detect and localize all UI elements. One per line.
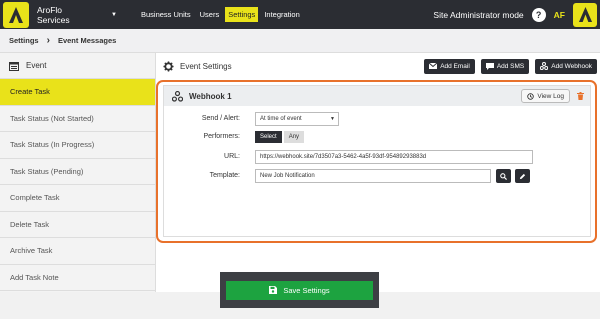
chevron-down-icon: ▼ bbox=[330, 116, 335, 122]
sidebar-item-task-status-not-started[interactable]: Task Status (Not Started) bbox=[0, 106, 155, 132]
webhook-icon bbox=[172, 90, 183, 102]
app-switcher[interactable]: AroFlo Services ▼ bbox=[37, 5, 117, 25]
envelope-icon bbox=[429, 63, 438, 69]
performers-toggle: Select Any bbox=[255, 131, 305, 143]
sidebar-title: Event bbox=[26, 61, 47, 70]
logo-a-icon bbox=[578, 7, 592, 22]
save-settings-button[interactable]: Save Settings bbox=[226, 280, 373, 300]
performers-select-option[interactable]: Select bbox=[255, 131, 282, 143]
sidebar-item-complete-task[interactable]: Complete Task bbox=[0, 185, 155, 212]
save-settings-label: Save Settings bbox=[283, 285, 330, 295]
mode-label: Site Administrator mode bbox=[433, 9, 524, 20]
add-sms-button[interactable]: Add SMS bbox=[480, 58, 530, 74]
sidebar-item-add-task-note[interactable]: Add Task Note bbox=[0, 265, 155, 291]
main-title: Event Settings bbox=[180, 61, 232, 71]
template-input[interactable]: New Job Notification bbox=[255, 169, 491, 183]
nav-settings[interactable]: Settings bbox=[225, 7, 259, 22]
sidebar-header: Event bbox=[0, 53, 155, 79]
sms-icon bbox=[485, 62, 494, 70]
template-search-button[interactable] bbox=[496, 169, 511, 183]
sidebar-item-create-task[interactable]: Create Task bbox=[0, 79, 155, 106]
template-edit-button[interactable] bbox=[515, 169, 530, 183]
performers-any-option[interactable]: Any bbox=[283, 131, 305, 143]
view-log-label: View Log bbox=[537, 92, 564, 100]
webhook-card-header: Webhook 1 View Log bbox=[164, 86, 590, 106]
chevron-right-icon: › bbox=[46, 35, 50, 46]
aroflo-logo-right[interactable] bbox=[573, 2, 597, 27]
nav-users[interactable]: Users bbox=[197, 7, 223, 22]
webhook-card: Webhook 1 View Log Send / Alert: At time… bbox=[163, 85, 591, 237]
user-initials[interactable]: AF bbox=[554, 10, 565, 20]
nav-integration[interactable]: Integration bbox=[261, 7, 302, 22]
add-sms-label: Add SMS bbox=[496, 62, 525, 70]
breadcrumb-current: Event Messages bbox=[57, 36, 117, 45]
event-settings-main: Event Settings Add Email Add SMS Add Web… bbox=[156, 53, 600, 292]
main-header: Event Settings Add Email Add SMS Add Web… bbox=[156, 53, 600, 79]
add-email-label: Add Email bbox=[440, 62, 470, 70]
aroflo-logo[interactable] bbox=[3, 1, 29, 28]
webhook-highlight: Webhook 1 View Log Send / Alert: At time… bbox=[156, 80, 597, 243]
trash-icon[interactable] bbox=[577, 92, 584, 100]
add-email-button[interactable]: Add Email bbox=[424, 58, 475, 74]
add-webhook-label: Add Webhook bbox=[551, 62, 592, 70]
url-label: URL: bbox=[224, 153, 240, 160]
app-name: AroFlo Services bbox=[37, 4, 70, 25]
breadcrumb: Settings › Event Messages bbox=[0, 29, 600, 53]
performers-label: Performers: bbox=[203, 133, 240, 140]
sidebar-item-task-status-pending[interactable]: Task Status (Pending) bbox=[0, 159, 155, 185]
event-sidebar: Event Create Task Task Status (Not Start… bbox=[0, 53, 156, 292]
send-alert-value: At time of event bbox=[260, 116, 302, 122]
nav-business-units[interactable]: Business Units bbox=[138, 7, 194, 22]
caret-down-icon: ▼ bbox=[111, 11, 117, 18]
url-input[interactable]: https://webhook.site/7d3507a3-5462-4a5f-… bbox=[255, 150, 533, 164]
webhook-icon bbox=[540, 62, 549, 70]
sidebar-item-delete-task[interactable]: Delete Task bbox=[0, 212, 155, 238]
top-bar: AroFlo Services ▼ Business Units Users S… bbox=[0, 0, 600, 29]
send-alert-select[interactable]: At time of event ▼ bbox=[255, 112, 339, 126]
history-icon bbox=[527, 92, 535, 100]
sidebar-item-task-status-in-progress[interactable]: Task Status (In Progress) bbox=[0, 132, 155, 159]
add-webhook-button[interactable]: Add Webhook bbox=[535, 58, 597, 74]
calendar-icon bbox=[9, 61, 19, 71]
template-label: Template: bbox=[209, 172, 240, 179]
webhook-title: Webhook 1 bbox=[189, 91, 232, 101]
logo-a-icon bbox=[9, 6, 23, 23]
breadcrumb-settings[interactable]: Settings bbox=[9, 36, 39, 45]
sidebar-item-archive-task[interactable]: Archive Task bbox=[0, 238, 155, 265]
send-alert-label: Send / Alert: bbox=[201, 115, 240, 122]
url-value: https://webhook.site/7d3507a3-5462-4a5f-… bbox=[260, 154, 427, 160]
view-log-button[interactable]: View Log bbox=[521, 89, 570, 103]
gear-icon bbox=[163, 60, 174, 72]
floppy-disk-icon bbox=[269, 286, 278, 294]
search-icon bbox=[500, 172, 507, 180]
help-icon[interactable]: ? bbox=[531, 7, 546, 22]
save-bar: Save Settings bbox=[220, 272, 379, 308]
pencil-icon bbox=[519, 173, 526, 179]
template-value: New Job Notification bbox=[260, 173, 315, 179]
